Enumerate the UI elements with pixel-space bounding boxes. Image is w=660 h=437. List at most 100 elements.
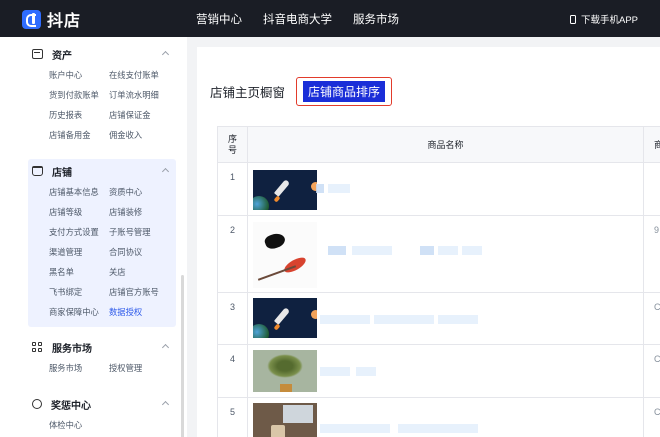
blurred-product-title: [352, 246, 392, 255]
sidebar-section-title: 奖惩中心: [51, 400, 91, 412]
blurred-product-title: [420, 246, 434, 255]
logo[interactable]: 抖店: [22, 7, 81, 31]
nav-marketing-center[interactable]: 营销中心: [196, 11, 242, 27]
product-name-cell: [248, 398, 644, 437]
highlight-box: 店铺商品排序: [296, 76, 393, 106]
sidebar-item-shop-decoration[interactable]: 店铺装修: [109, 202, 179, 222]
product-name-cell: [248, 163, 644, 215]
row-extra: 9: [654, 225, 660, 235]
chevron-up-icon[interactable]: [161, 400, 170, 409]
sidebar-item-channels[interactable]: 渠道管理: [49, 242, 109, 262]
sidebar-section-title: 店铺: [52, 167, 72, 179]
blurred-product-title: [316, 184, 324, 193]
table-row[interactable]: 2 9: [218, 216, 660, 293]
sidebar-item-shop-reserve[interactable]: 店铺备用金: [49, 125, 109, 145]
row-extra: [644, 163, 660, 215]
sidebar-item-blacklist[interactable]: 黑名单: [49, 262, 109, 282]
sidebar-item-shop-info[interactable]: 店铺基本信息: [49, 182, 109, 202]
apps-grid-icon: [32, 342, 43, 352]
row-index: 2: [218, 216, 248, 292]
sidebar-item-contracts[interactable]: 合同协议: [109, 242, 179, 262]
sidebar-item-health-check[interactable]: 体检中心: [49, 415, 109, 435]
sidebar-section-header-shop[interactable]: 店铺: [28, 160, 176, 182]
download-app-label: 下载手机APP: [580, 15, 638, 26]
blurred-product-title: [328, 184, 350, 193]
main-content: 店铺主页橱窗 店铺商品排序 序号 商品名称 商 1: [197, 47, 660, 437]
column-header-truncated: 商: [644, 127, 660, 163]
blurred-product-title: [398, 424, 478, 433]
table-row[interactable]: 3 C: [218, 293, 660, 345]
chevron-up-icon[interactable]: [161, 50, 170, 59]
blurred-product-title: [462, 246, 482, 255]
sidebar-item-close-shop[interactable]: 关店: [109, 262, 179, 282]
column-header-product-name: 商品名称: [248, 127, 644, 163]
sidebar-section-header-assets[interactable]: 资产: [28, 43, 176, 65]
tab-shop-product-sort[interactable]: 店铺商品排序: [303, 80, 386, 102]
sidebar-section-title: 资产: [52, 50, 72, 62]
row-extra: C: [654, 407, 660, 417]
doudian-logo-icon: [22, 9, 41, 29]
phone-icon: [569, 14, 576, 24]
nav-service-market[interactable]: 服务市场: [353, 11, 399, 27]
product-thumbnail[interactable]: [253, 403, 317, 437]
sidebar-scrollbar[interactable]: [181, 275, 184, 437]
sidebar-item-cod-bill[interactable]: 货到付款账单: [49, 85, 109, 105]
sidebar-section-rewards: 奖惩中心 体检中心: [28, 393, 176, 435]
tab-shop-homepage-window[interactable]: 店铺主页橱窗: [210, 82, 285, 101]
logo-text: 抖店: [47, 13, 82, 30]
sidebar-section-service-market: 服务市场 服务市场 授权管理: [28, 336, 176, 378]
download-app-link[interactable]: 下载手机APP: [569, 12, 638, 26]
sidebar-item-history-report[interactable]: 历史报表: [49, 105, 109, 125]
sidebar-item-official-account[interactable]: 店铺官方账号: [109, 282, 179, 302]
table-row[interactable]: 5 C: [218, 398, 660, 437]
table-row[interactable]: 1: [218, 163, 660, 216]
sidebar-item-payment-settings[interactable]: 支付方式设置: [49, 222, 109, 242]
sidebar-item-account-center[interactable]: 账户中心: [49, 65, 109, 85]
sidebar: 资产 账户中心 在线支付账单 货到付款账单 订单流水明细 历史报表 店铺保证金 …: [0, 37, 187, 437]
product-sort-table: 序号 商品名称 商 1 2: [217, 126, 660, 437]
row-extra: C: [654, 354, 660, 364]
sidebar-item-order-flow[interactable]: 订单流水明细: [109, 85, 179, 105]
chevron-up-icon[interactable]: [161, 167, 170, 176]
sidebar-item-sub-accounts[interactable]: 子账号管理: [109, 222, 179, 242]
sidebar-item-data-authorization[interactable]: 数据授权: [109, 302, 179, 322]
sidebar-item-qualification[interactable]: 资质中心: [109, 182, 179, 202]
sidebar-item-online-payment-bill[interactable]: 在线支付账单: [109, 65, 179, 85]
shop-icon: [32, 166, 43, 176]
blurred-product-title: [320, 315, 370, 324]
product-thumbnail[interactable]: [253, 170, 317, 210]
sidebar-section-assets: 资产 账户中心 在线支付账单 货到付款账单 订单流水明细 历史报表 店铺保证金 …: [28, 43, 176, 145]
blurred-product-title: [320, 424, 390, 433]
blurred-product-title: [438, 315, 478, 324]
row-index: 5: [218, 398, 248, 437]
product-thumbnail[interactable]: [253, 222, 317, 288]
sidebar-section-header-rewards[interactable]: 奖惩中心: [28, 393, 176, 415]
table-row[interactable]: 4 C: [218, 345, 660, 398]
product-name-cell: [248, 345, 644, 397]
blurred-product-title: [320, 367, 350, 376]
sidebar-item-feishu-binding[interactable]: 飞书绑定: [49, 282, 109, 302]
sidebar-item-authorization-management[interactable]: 授权管理: [109, 358, 179, 378]
top-navigation-bar: 抖店 营销中心 抖音电商大学 服务市场 下载手机APP: [0, 0, 660, 37]
column-header-index: 序号: [218, 127, 248, 163]
row-extra: C: [654, 302, 660, 312]
wallet-icon: [32, 49, 43, 59]
top-nav: 营销中心 抖音电商大学 服务市场: [196, 0, 420, 37]
row-index: 4: [218, 345, 248, 397]
product-thumbnail[interactable]: [253, 350, 317, 392]
product-name-cell: [248, 293, 644, 344]
nav-ecommerce-university[interactable]: 抖音电商大学: [263, 11, 332, 27]
sidebar-item-shop-deposit[interactable]: 店铺保证金: [109, 105, 179, 125]
medal-icon: [32, 399, 42, 409]
sidebar-item-shop-level[interactable]: 店铺等级: [49, 202, 109, 222]
sidebar-item-merchant-protection[interactable]: 商家保障中心: [49, 302, 109, 322]
sidebar-section-title: 服务市场: [52, 343, 92, 355]
sidebar-item-commission[interactable]: 佣金收入: [109, 125, 179, 145]
tab-bar: 店铺主页橱窗 店铺商品排序: [210, 76, 393, 106]
sidebar-item-service-market[interactable]: 服务市场: [49, 358, 109, 378]
blurred-product-title: [374, 315, 434, 324]
product-thumbnail[interactable]: [253, 298, 317, 338]
row-index: 3: [218, 293, 248, 344]
sidebar-section-header-service-market[interactable]: 服务市场: [28, 336, 176, 358]
chevron-up-icon[interactable]: [161, 343, 170, 352]
